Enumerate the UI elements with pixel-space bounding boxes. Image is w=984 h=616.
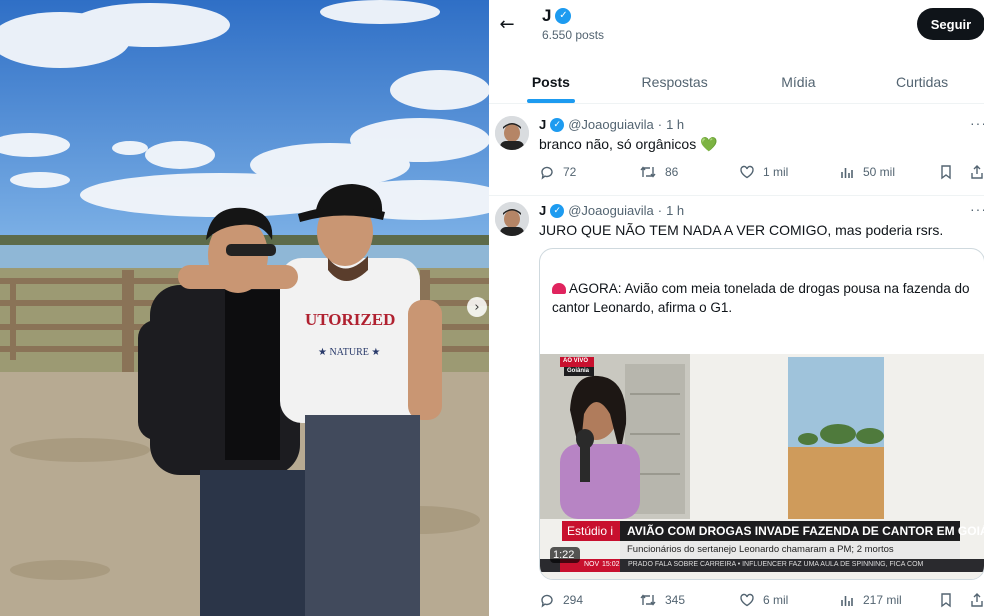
tweet-header: J ✓ @Joaoguiavila · 1 h bbox=[539, 203, 684, 218]
quoted-text: AGORA: Avião com meia tonelada de drogas… bbox=[552, 279, 972, 317]
share-button[interactable] bbox=[969, 162, 984, 182]
reply-button[interactable]: 72 bbox=[539, 162, 576, 182]
like-count: 6 mil bbox=[763, 593, 789, 607]
reply-count: 72 bbox=[563, 165, 577, 179]
tab-replies[interactable]: Respostas bbox=[613, 60, 737, 103]
news-video-frame[interactable]: AO VIVO Goiânia Estúdio i AVIÃO COM DROG… bbox=[540, 354, 984, 579]
author-handle[interactable]: @Joaoguiavila bbox=[568, 117, 653, 132]
video-duration: 1:22 bbox=[553, 549, 575, 561]
like-button[interactable]: 1 mil bbox=[739, 162, 788, 182]
verified-badge-icon: ✓ bbox=[550, 203, 565, 218]
avatar-image bbox=[495, 202, 529, 236]
tweet-text: JURO QUE NÃO TEM NADA A VER COMIGO, mas … bbox=[539, 222, 944, 238]
bookmark-icon bbox=[941, 593, 951, 608]
profile-tabs: Posts Respostas Mídia Curtidas bbox=[489, 60, 984, 104]
verified-badge-icon: ✓ bbox=[550, 117, 565, 132]
timestamp[interactable]: 1 h bbox=[666, 203, 684, 218]
avatar[interactable] bbox=[495, 116, 529, 150]
svg-text:UTORIZED: UTORIZED bbox=[305, 310, 395, 329]
location-label: Goiânia bbox=[567, 368, 590, 374]
timestamp[interactable]: 1 h bbox=[666, 117, 684, 132]
like-button[interactable]: 6 mil bbox=[739, 590, 788, 610]
profile-name: J ✓ bbox=[542, 6, 572, 26]
post-count: 6.550 posts bbox=[542, 28, 605, 42]
reply-icon bbox=[541, 594, 553, 608]
reply-icon bbox=[541, 166, 553, 180]
tab-likes[interactable]: Curtidas bbox=[860, 60, 984, 103]
chevron-right-icon[interactable]: › bbox=[467, 297, 487, 317]
like-count: 1 mil bbox=[763, 165, 789, 179]
ticker-date: NOV bbox=[584, 561, 600, 568]
heart-icon bbox=[740, 165, 754, 179]
live-badge: AO VIVO bbox=[563, 358, 589, 364]
news-ticker: PRADO FALA SOBRE CARREIRA • INFLUENCER F… bbox=[628, 561, 924, 568]
retweet-count: 86 bbox=[665, 165, 679, 179]
verified-badge-icon: ✓ bbox=[555, 8, 572, 24]
more-options-icon[interactable]: ··· bbox=[970, 115, 984, 131]
post-photo[interactable]: UTORIZED ★ NATURE ★ › bbox=[0, 0, 489, 616]
heart-icon bbox=[740, 593, 754, 607]
views-icon bbox=[841, 596, 853, 606]
retweet-icon bbox=[640, 166, 656, 178]
profile-timeline: ← J ✓ 6.550 posts Seguir Posts Respostas… bbox=[489, 0, 984, 616]
separator: · bbox=[657, 203, 663, 218]
retweet-icon bbox=[640, 594, 656, 606]
views-button[interactable]: 50 mil bbox=[839, 162, 895, 182]
separator: · bbox=[657, 117, 663, 132]
share-icon bbox=[971, 165, 983, 179]
author-name[interactable]: J bbox=[539, 117, 546, 132]
back-arrow-icon[interactable]: ← bbox=[495, 12, 519, 36]
views-count: 50 mil bbox=[863, 165, 896, 179]
share-button[interactable] bbox=[969, 590, 984, 610]
ticker-time: 15:02 bbox=[602, 561, 620, 568]
bookmark-button[interactable] bbox=[939, 162, 953, 182]
tweet[interactable]: J ✓ @Joaoguiavila · 1 h ··· branco não, … bbox=[489, 104, 984, 196]
views-icon bbox=[841, 168, 853, 178]
retweet-button[interactable]: 345 bbox=[639, 590, 685, 610]
author-name[interactable]: J bbox=[539, 203, 546, 218]
avatar[interactable] bbox=[495, 202, 529, 236]
tweet-actions: 72 86 1 mil 50 mil bbox=[539, 162, 984, 182]
photo-illustration: UTORIZED ★ NATURE ★ bbox=[0, 0, 489, 616]
news-subheadline: Funcionários do sertanejo Leonardo chama… bbox=[627, 544, 894, 555]
siren-icon bbox=[552, 283, 566, 294]
tweet-text: branco não, só orgânicos 💚 bbox=[539, 136, 718, 152]
tab-posts[interactable]: Posts bbox=[489, 60, 613, 103]
bookmark-icon bbox=[941, 165, 951, 180]
reply-button[interactable]: 294 bbox=[539, 590, 583, 610]
program-name: Estúdio i bbox=[567, 524, 614, 538]
avatar-image bbox=[495, 116, 529, 150]
news-headline: AVIÃO COM DROGAS INVADE FAZENDA DE CANTO… bbox=[627, 524, 984, 538]
author-handle[interactable]: @Joaoguiavila bbox=[568, 203, 653, 218]
more-options-icon[interactable]: ··· bbox=[970, 201, 984, 217]
retweet-button[interactable]: 86 bbox=[639, 162, 678, 182]
follow-button[interactable]: Seguir bbox=[917, 8, 984, 40]
share-icon bbox=[971, 593, 983, 607]
reply-count: 294 bbox=[563, 593, 584, 607]
tweet-actions: 294 345 6 mil 217 mil bbox=[539, 590, 984, 610]
views-button[interactable]: 217 mil bbox=[839, 590, 902, 610]
tweet[interactable]: J ✓ @Joaoguiavila · 1 h ··· JURO QUE NÃO… bbox=[489, 196, 984, 616]
tab-media[interactable]: Mídia bbox=[737, 60, 861, 103]
profile-name-text: J bbox=[542, 6, 552, 25]
tweet-header: J ✓ @Joaoguiavila · 1 h bbox=[539, 117, 684, 132]
quoted-post-card[interactable]: AGORA: Avião com meia tonelada de drogas… bbox=[539, 248, 984, 580]
retweet-count: 345 bbox=[665, 593, 686, 607]
quoted-text-body: AGORA: Avião com meia tonelada de drogas… bbox=[552, 281, 970, 315]
views-count: 217 mil bbox=[863, 593, 902, 607]
bookmark-button[interactable] bbox=[939, 590, 953, 610]
svg-text:★ NATURE ★: ★ NATURE ★ bbox=[318, 347, 380, 358]
